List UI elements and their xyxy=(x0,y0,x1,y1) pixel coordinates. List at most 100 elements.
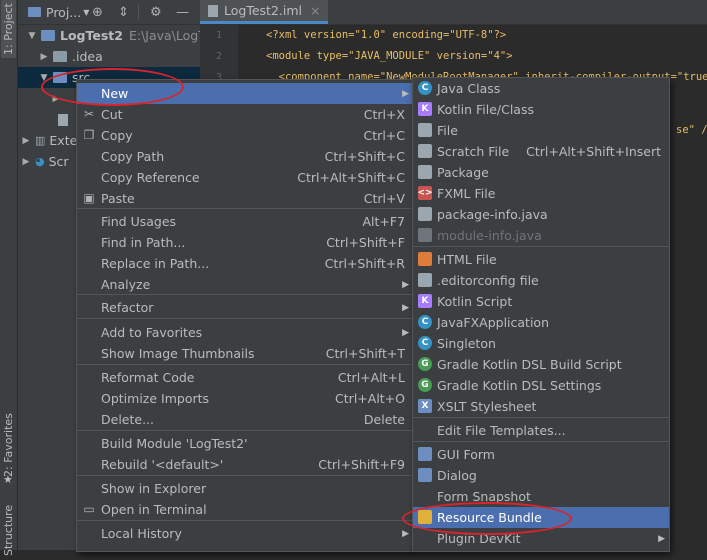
menu-item-open-in-terminal[interactable]: ▭ Open in Terminal xyxy=(77,499,413,520)
new-item-gradle-kotlin-dsl-settings[interactable]: G Gradle Kotlin DSL Settings xyxy=(413,375,669,396)
menu-item-shortcut: Ctrl+Alt+Shift+C xyxy=(297,170,405,185)
menu-item-label: Cut xyxy=(101,107,123,122)
new-item-html-file[interactable]: HTML File xyxy=(413,249,669,270)
new-item-package-info-java[interactable]: package-info.java xyxy=(413,204,669,225)
new-item-package[interactable]: Package xyxy=(413,162,669,183)
tree-arrow-icon[interactable]: ▶ xyxy=(20,157,32,167)
new-item-dialog[interactable]: Dialog xyxy=(413,465,669,486)
new-item-icon: <> xyxy=(417,186,433,200)
menu-item-label: .editorconfig file xyxy=(437,273,539,288)
new-item-gradle-kotlin-dsl-build-script[interactable]: G Gradle Kotlin DSL Build Script xyxy=(413,354,669,375)
scratches-icon: ◕ xyxy=(35,155,45,168)
tree-row-project-root[interactable]: ▼ LogTest2 E:\Java\LogTe xyxy=(18,25,226,46)
new-item-module-info-java: module-info.java xyxy=(413,225,669,246)
structure-tool-tab[interactable]: Structure xyxy=(1,500,16,560)
menu-item-reformat-code[interactable]: Reformat Code Ctrl+Alt+L xyxy=(77,367,413,388)
new-item-scratch-file[interactable]: Scratch File Ctrl+Alt+Shift+Insert xyxy=(413,141,669,162)
menu-item-label: Dialog xyxy=(437,468,477,483)
project-view-selector[interactable]: Proj... ▼ xyxy=(28,3,89,21)
file-icon xyxy=(58,113,68,126)
menu-item-show-in-explorer[interactable]: Show in Explorer xyxy=(77,478,413,499)
tree-row-idea[interactable]: ▶ .idea xyxy=(18,46,226,67)
new-item-fxml-file[interactable]: <> FXML File xyxy=(413,183,669,204)
menu-item-label: Singleton xyxy=(437,336,496,351)
new-item-kotlin-script[interactable]: K Kotlin Script xyxy=(413,291,669,312)
menu-item-optimize-imports[interactable]: Optimize Imports Ctrl+Alt+O xyxy=(77,388,413,409)
menu-item-label: Refactor xyxy=(101,300,154,315)
menu-item-find-in-path[interactable]: Find in Path... Ctrl+Shift+F xyxy=(77,232,413,253)
tree-arrow-icon[interactable]: ▼ xyxy=(26,31,38,41)
new-item-icon xyxy=(418,447,432,461)
menu-item-shortcut: Ctrl+Shift+T xyxy=(325,346,405,361)
menu-item-refactor[interactable]: Refactor ▶ xyxy=(77,297,413,318)
menu-item-shortcut: Ctrl+V xyxy=(363,191,405,206)
close-icon[interactable]: × xyxy=(310,3,320,18)
new-item-icon: X xyxy=(418,399,432,413)
tree-arrow-icon[interactable]: ▶ xyxy=(38,52,50,62)
tree-label: Scr xyxy=(48,154,69,169)
new-item-icon xyxy=(418,468,432,482)
new-item-editorconfig-file[interactable]: .editorconfig file xyxy=(413,270,669,291)
locate-icon[interactable]: ⊕ xyxy=(92,3,103,21)
new-item-javafxapplication[interactable]: C JavaFXApplication xyxy=(413,312,669,333)
menu-separator xyxy=(77,475,413,476)
code-line-1[interactable]: <?xml version="1.0" encoding="UTF-8"?> xyxy=(266,29,506,41)
menu-item-add-to-favorites[interactable]: Add to Favorites ▶ xyxy=(77,322,413,343)
menu-item-label: Build Module 'LogTest2' xyxy=(101,436,248,451)
new-item-edit-file-templates[interactable]: Edit File Templates... xyxy=(413,420,669,441)
code-line-6-tail[interactable]: se" /> xyxy=(676,124,707,136)
project-view-title: Proj... xyxy=(46,4,82,20)
menu-item-delete[interactable]: Delete... Delete xyxy=(77,409,413,430)
menu-item-rebuild-default[interactable]: Rebuild '<default>' Ctrl+Shift+F9 xyxy=(77,454,413,475)
menu-item-shortcut: Ctrl+Shift+R xyxy=(324,256,405,271)
library-icon: ▥ xyxy=(35,134,46,147)
new-item-kotlin-file-class[interactable]: K Kotlin File/Class xyxy=(413,99,669,120)
menu-item-find-usages[interactable]: Find Usages Alt+F7 xyxy=(77,211,413,232)
menu-separator xyxy=(413,417,669,418)
copy-icon: ❐ xyxy=(83,128,95,142)
submenu-arrow-icon: ▶ xyxy=(658,533,665,544)
menu-separator xyxy=(413,246,669,247)
new-item-java-class[interactable]: C Java Class xyxy=(413,78,669,99)
menu-item-analyze[interactable]: Analyze ▶ xyxy=(77,274,413,295)
line-number: 2 xyxy=(215,51,222,62)
tree-arrow-icon[interactable]: ▶ xyxy=(20,136,32,146)
menu-item-label: Open in Terminal xyxy=(101,502,207,517)
menu-item-label: Replace in Path... xyxy=(101,256,210,271)
menu-item-build-module-logtest2[interactable]: Build Module 'LogTest2' xyxy=(77,433,413,454)
new-item-icon xyxy=(418,144,432,158)
tree-label: LogTest2 xyxy=(60,28,123,43)
toolbar-divider xyxy=(138,5,139,19)
iml-file-icon xyxy=(208,4,218,17)
menu-item-copy[interactable]: ❐ Copy Ctrl+C xyxy=(77,125,413,146)
menu-item-label: Rebuild '<default>' xyxy=(101,457,224,472)
menu-item-replace-in-path[interactable]: Replace in Path... Ctrl+Shift+R xyxy=(77,253,413,274)
new-item-icon xyxy=(418,228,432,242)
menu-item-shortcut: Ctrl+Shift+C xyxy=(324,149,405,164)
menu-item-shortcut: Ctrl+Alt+O xyxy=(335,391,405,406)
menu-item-copy-path[interactable]: Copy Path Ctrl+Shift+C xyxy=(77,146,413,167)
gear-icon[interactable]: ⚙ xyxy=(150,3,162,21)
menu-item-label: XSLT Stylesheet xyxy=(437,399,537,414)
new-item-singleton[interactable]: C Singleton xyxy=(413,333,669,354)
new-item-file[interactable]: File xyxy=(413,120,669,141)
new-item-icon: K xyxy=(418,102,432,116)
hide-panel-icon[interactable]: — xyxy=(176,3,189,21)
new-item-icon xyxy=(418,207,432,221)
menu-item-show-image-thumbnails[interactable]: Show Image Thumbnails Ctrl+Shift+T xyxy=(77,343,413,364)
menu-item-label: module-info.java xyxy=(437,228,542,243)
collapse-all-icon[interactable]: ⇕ xyxy=(118,3,129,21)
new-item-gui-form[interactable]: GUI Form xyxy=(413,444,669,465)
menu-item-cut[interactable]: ✂ Cut Ctrl+X xyxy=(77,104,413,125)
tab-logtest2-iml[interactable]: LogTest2.iml × xyxy=(200,0,329,24)
menu-item-copy-reference[interactable]: Copy Reference Ctrl+Alt+Shift+C xyxy=(77,167,413,188)
menu-item-label: Paste xyxy=(101,191,135,206)
project-tool-tab[interactable]: 1: Project xyxy=(1,0,16,58)
menu-item-shortcut: Alt+F7 xyxy=(362,214,405,229)
menu-item-local-history[interactable]: Local History ▶ xyxy=(77,523,413,544)
menu-item-paste[interactable]: ▣ Paste Ctrl+V xyxy=(77,188,413,209)
editor-tab-bar: LogTest2.iml × xyxy=(200,0,707,25)
menu-item-label: Package xyxy=(437,165,489,180)
new-item-xslt-stylesheet[interactable]: X XSLT Stylesheet xyxy=(413,396,669,417)
code-line-2[interactable]: <module type="JAVA_MODULE" version="4"> xyxy=(266,50,513,62)
